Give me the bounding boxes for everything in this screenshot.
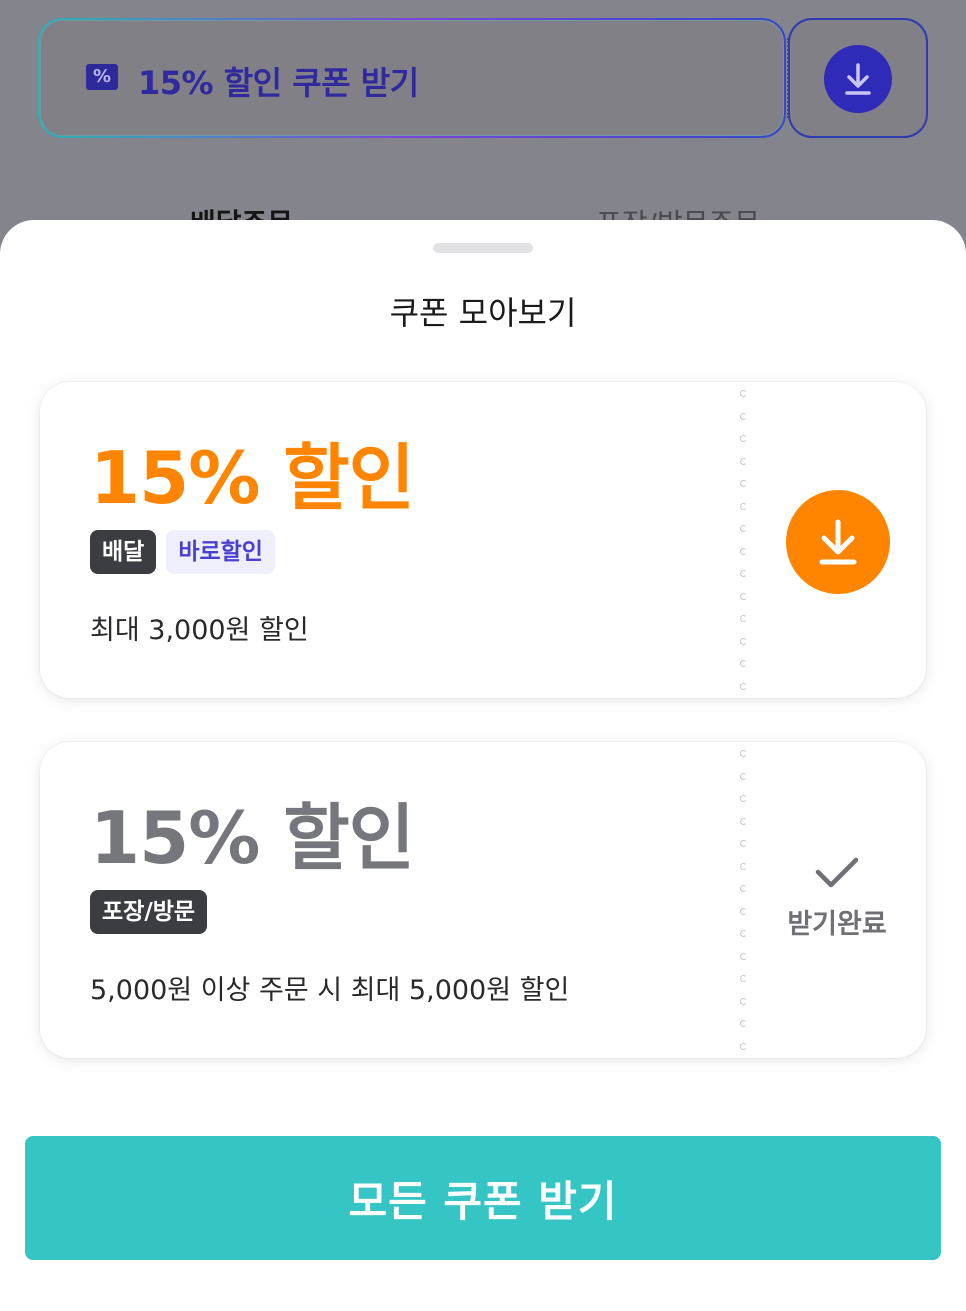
check-icon	[815, 857, 859, 888]
received-label: 받기완료	[787, 909, 887, 940]
sheet-handle[interactable]	[433, 243, 533, 253]
coupon-amount: 15% 할인	[90, 796, 415, 880]
coupon-card: 15% 할인 배달 바로할인 최대 3,000원 할인	[40, 382, 926, 698]
coupon-tags: 배달 바로할인	[90, 530, 275, 574]
coupon-sheet: 쿠폰 모아보기 15% 할인 배달 바로할인 최대 3,000원 할인 15% …	[0, 220, 966, 1311]
download-icon	[845, 63, 871, 95]
coupon-banner-main: % 15% 할인 쿠폰 받기	[38, 18, 786, 138]
tag-delivery: 배달	[90, 530, 157, 574]
coupon-perforation	[740, 390, 748, 690]
sheet-title: 쿠폰 모아보기	[389, 294, 577, 332]
coupon-amount: 15% 할인	[90, 436, 415, 520]
coupon-description: 최대 3,000원 할인	[90, 615, 309, 646]
tag-instant-discount: 바로할인	[166, 530, 275, 574]
banner-download-button	[824, 45, 892, 113]
coupon-description: 5,000원 이상 주문 시 최대 5,000원 할인	[90, 975, 570, 1006]
tag-pickup: 포장/방문	[90, 890, 208, 934]
coupon-perforation	[740, 750, 748, 1050]
download-icon	[819, 519, 857, 565]
coupon-tags: 포장/방문	[90, 890, 208, 934]
banner-download-area	[788, 18, 928, 138]
percent-ticket-icon: %	[86, 64, 118, 90]
coupon-card: 15% 할인 포장/방문 5,000원 이상 주문 시 최대 5,000원 할인…	[40, 742, 926, 1058]
coupon-download-button[interactable]	[786, 490, 890, 594]
banner-text: 15% 할인 쿠폰 받기	[138, 64, 419, 102]
coupon-banner: % 15% 할인 쿠폰 받기	[38, 18, 928, 138]
coupon-received-status: 받기완료	[770, 852, 904, 941]
get-all-coupons-button[interactable]: 모든 쿠폰 받기	[25, 1136, 941, 1260]
